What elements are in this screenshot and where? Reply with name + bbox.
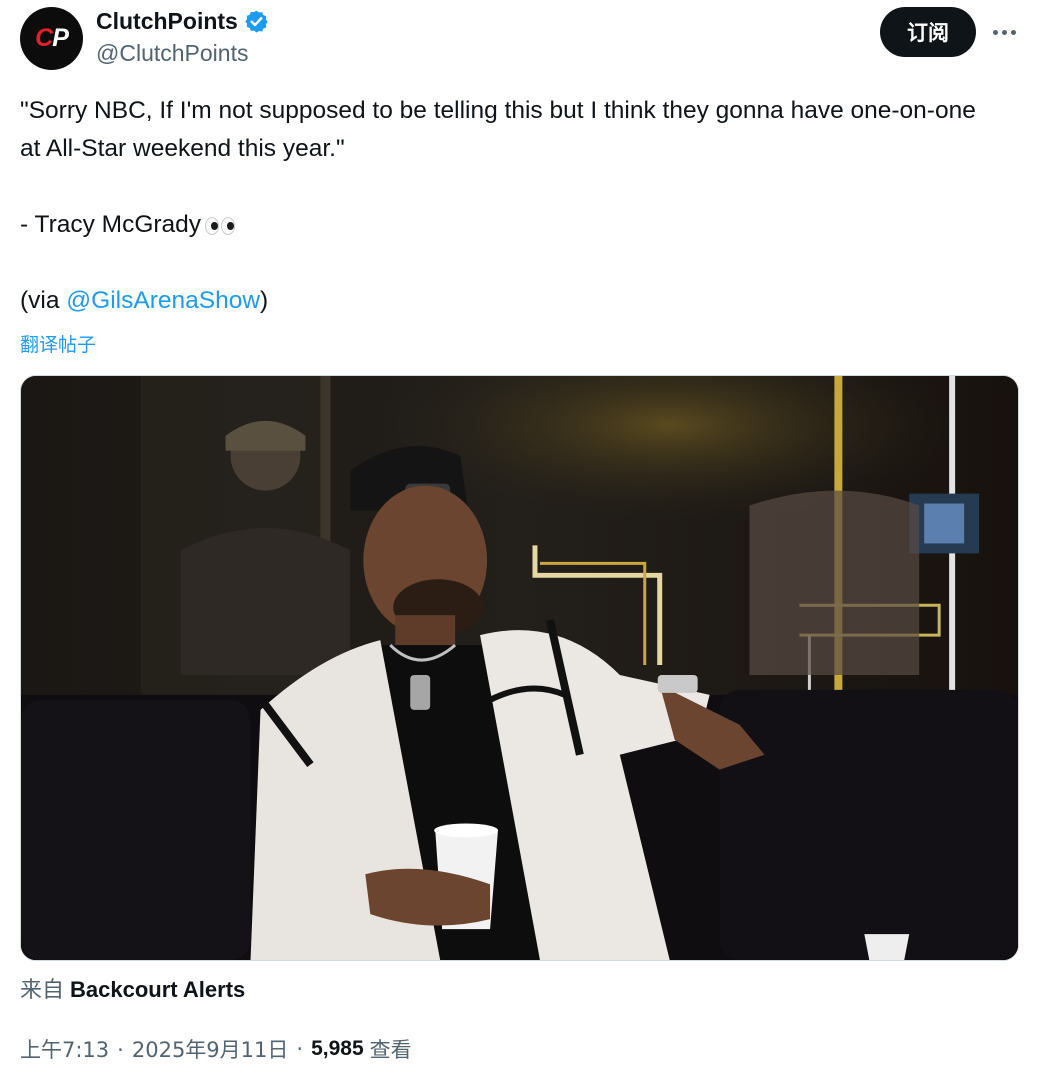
verified-badge-icon <box>245 10 268 33</box>
more-dot <box>1001 29 1007 35</box>
tweet-time: 上午7:13 <box>20 1038 110 1062</box>
more-options-button[interactable] <box>988 17 1020 47</box>
video-thumbnail <box>21 376 1018 960</box>
more-dot <box>1010 29 1016 35</box>
more-horizontal-icon <box>992 29 998 35</box>
source-line: 来自 Backcourt Alerts <box>20 972 245 1004</box>
meta-separator: · <box>117 1038 124 1062</box>
source-prefix: 来自 <box>20 978 65 1003</box>
author-handle[interactable]: @ClutchPoints <box>96 40 248 67</box>
eye-left <box>205 217 220 235</box>
source-name-link[interactable]: Backcourt Alerts <box>70 977 245 1002</box>
tweet-meta: 上午7:13 · 2025年9月11日 · 5,985 查看 <box>20 1034 412 1064</box>
author-display-name[interactable]: ClutchPoints <box>96 8 238 35</box>
via-suffix: ) <box>260 287 269 314</box>
timestamp-link[interactable]: 上午7:13 · 2025年9月11日 <box>20 1034 288 1064</box>
tweet-text: "Sorry NBC, If I'm not supposed to be te… <box>20 92 995 320</box>
mention-link[interactable]: @GilsArenaShow <box>66 287 260 314</box>
author-avatar[interactable]: CP <box>20 7 83 70</box>
tweet-attribution: - Tracy McGrady <box>20 211 202 238</box>
views-count: 5,985 <box>311 1037 364 1060</box>
clutchpoints-logo-icon: CP <box>35 24 69 52</box>
subscribe-button[interactable]: 订阅 <box>880 7 976 57</box>
tweet-quote: "Sorry NBC, If I'm not supposed to be te… <box>20 97 976 162</box>
views-label: 查看 <box>369 1038 412 1062</box>
meta-separator: · <box>296 1037 304 1061</box>
translate-post-link[interactable]: 翻译帖子 <box>20 330 96 357</box>
author-name-row: ClutchPoints <box>96 8 269 35</box>
tweet-attribution-line: - Tracy McGrady <box>20 206 995 244</box>
eye-right <box>221 217 236 235</box>
tweet-date: 2025年9月11日 <box>131 1038 289 1062</box>
via-prefix: (via <box>20 287 67 314</box>
tweet-via-line: (via @GilsArenaShow) <box>20 282 995 320</box>
video-player[interactable] <box>20 375 1019 961</box>
eyes-emoji-icon <box>205 217 236 235</box>
